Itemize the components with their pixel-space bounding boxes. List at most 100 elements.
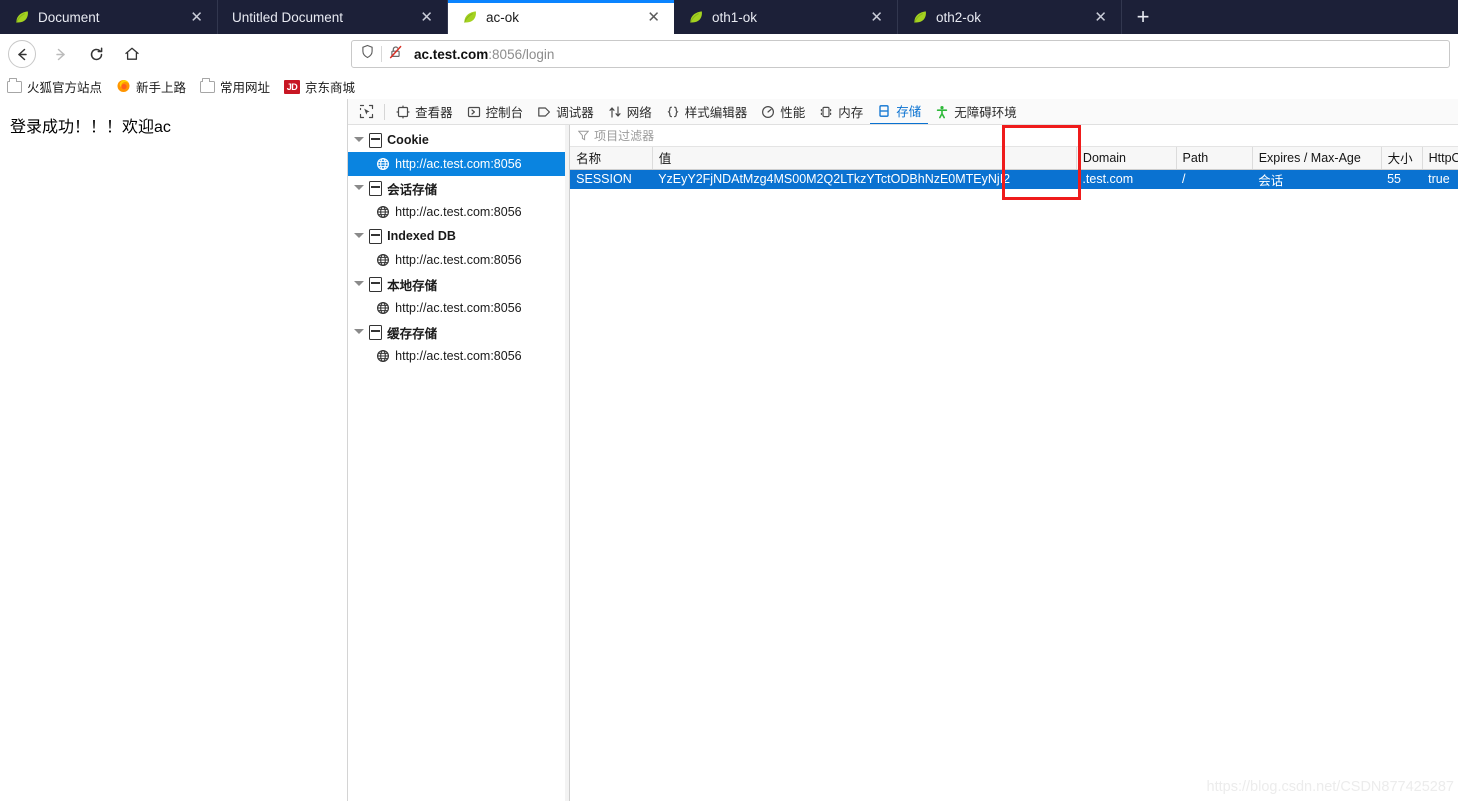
globe-icon xyxy=(376,205,390,219)
devtools-tab-label: 查看器 xyxy=(415,106,453,120)
devtools-tab-console[interactable]: 控制台 xyxy=(460,99,531,124)
tab-strip-empty-area xyxy=(1164,0,1458,34)
browser-window: Document ✕ Untitled Document ✕ ac-ok ✕ o… xyxy=(0,0,1458,801)
chevron-down-icon[interactable] xyxy=(354,327,365,337)
leaf-icon xyxy=(14,9,30,25)
element-picker-icon[interactable] xyxy=(352,100,380,124)
storage-tree-item-localstorage-origin[interactable]: http://ac.test.com:8056 xyxy=(348,296,569,320)
storage-tree-group-session-storage[interactable]: 会话存储 xyxy=(348,176,569,200)
column-header-domain[interactable]: Domain xyxy=(1076,147,1177,170)
devtools-body: Cookie http://ac.test.com:8056 会话存储 http… xyxy=(348,125,1458,801)
storage-tree-item-indexeddb-origin[interactable]: http://ac.test.com:8056 xyxy=(348,248,569,272)
browser-tab-0[interactable]: Document ✕ xyxy=(0,0,218,34)
tab-close-button[interactable]: ✕ xyxy=(1090,8,1111,27)
chevron-down-icon[interactable] xyxy=(354,279,365,289)
column-header-value[interactable]: 值 xyxy=(652,147,1077,170)
cell-value: YzEyY2FjNDAtMzg4MS00M2Q2LTkzYTctODBhNzE0… xyxy=(652,169,1077,189)
tab-title: oth2-ok xyxy=(936,9,982,25)
leaf-icon xyxy=(462,9,478,25)
globe-icon xyxy=(376,349,390,363)
content-devtools-split: 登录成功！！！欢迎ac 查看器 控制台 调试器 网络 样式编辑器 性能 内存 存… xyxy=(0,99,1458,801)
home-icon[interactable] xyxy=(115,39,149,69)
storage-tree-item-cookie-origin[interactable]: http://ac.test.com:8056 xyxy=(348,152,570,176)
storage-tree-item-cachestorage-origin[interactable]: http://ac.test.com:8056 xyxy=(348,344,569,368)
devtools-tab-label: 性能 xyxy=(780,106,806,120)
storage-type-icon xyxy=(369,324,383,340)
browser-tab-2-active[interactable]: ac-ok ✕ xyxy=(448,0,674,34)
browser-tab-1[interactable]: Untitled Document ✕ xyxy=(218,0,448,34)
tab-strip: Document ✕ Untitled Document ✕ ac-ok ✕ o… xyxy=(0,0,1458,34)
storage-tree-label: 会话存储 xyxy=(387,182,438,197)
console-icon xyxy=(467,105,481,119)
new-tab-button[interactable]: + xyxy=(1122,0,1164,34)
globe-icon xyxy=(376,157,390,171)
devtools-tab-storage[interactable]: 存储 xyxy=(870,99,929,124)
column-header-expires[interactable]: Expires / Max-Age xyxy=(1252,147,1382,170)
storage-tree-label: 本地存储 xyxy=(387,278,438,293)
filter-funnel-icon xyxy=(577,130,590,141)
storage-tree-group-local-storage[interactable]: 本地存储 xyxy=(348,272,569,296)
item-filter-input[interactable]: 项目过滤器 xyxy=(594,127,654,144)
chevron-down-icon[interactable] xyxy=(354,135,365,145)
chevron-down-icon[interactable] xyxy=(354,183,365,193)
browser-tab-3[interactable]: oth1-ok ✕ xyxy=(674,0,898,34)
tab-close-button[interactable]: ✕ xyxy=(866,8,887,27)
browser-tab-4[interactable]: oth2-ok ✕ xyxy=(898,0,1122,34)
chevron-down-icon[interactable] xyxy=(354,231,365,241)
storage-tree-label: http://ac.test.com:8056 xyxy=(395,301,522,315)
table-row[interactable]: SESSION YzEyY2FjNDAtMzg4MS00M2Q2LTkzYTct… xyxy=(570,169,1458,189)
cell-httponly: true xyxy=(1422,169,1458,189)
tab-title: oth1-ok xyxy=(712,9,758,25)
tab-close-button[interactable]: ✕ xyxy=(416,8,437,27)
reload-icon[interactable] xyxy=(79,39,113,69)
devtools-tab-performance[interactable]: 性能 xyxy=(754,99,812,124)
url-bar[interactable]: ac.test.com:8056/login xyxy=(351,40,1450,68)
column-header-name[interactable]: 名称 xyxy=(570,147,653,170)
storage-tree-group-cache-storage[interactable]: 缓存存储 xyxy=(348,320,569,344)
devtools-tab-accessibility[interactable]: 无障碍环境 xyxy=(928,99,1024,124)
bookmark-item-1[interactable]: 新手上路 xyxy=(116,77,186,96)
globe-icon xyxy=(376,301,390,315)
storage-tree-label: Indexed DB xyxy=(387,229,456,243)
column-header-path[interactable]: Path xyxy=(1176,147,1253,170)
storage-icon xyxy=(877,104,891,118)
bookmark-item-3[interactable]: JD 京东商城 xyxy=(284,77,355,96)
url-text: ac.test.com:8056/login xyxy=(414,47,554,62)
storage-tree-scrollbar[interactable] xyxy=(565,125,570,801)
bookmark-label: 火狐官方站点 xyxy=(27,81,103,95)
devtools-tab-debugger[interactable]: 调试器 xyxy=(530,99,601,124)
bookmark-item-2[interactable]: 常用网址 xyxy=(200,77,270,96)
storage-tree-item-session-origin[interactable]: http://ac.test.com:8056 xyxy=(348,200,569,224)
performance-icon xyxy=(761,105,775,119)
forward-arrow-icon xyxy=(43,39,77,69)
devtools-tab-inspector[interactable]: 查看器 xyxy=(389,99,460,124)
bookmark-item-0[interactable]: 火狐官方站点 xyxy=(7,77,102,96)
devtools-tab-network[interactable]: 网络 xyxy=(601,99,659,124)
broken-lock-icon[interactable] xyxy=(388,44,404,65)
storage-tree-label: http://ac.test.com:8056 xyxy=(395,205,522,219)
storage-tree-group-indexed-db[interactable]: Indexed DB xyxy=(348,224,569,248)
devtools-tab-label: 样式编辑器 xyxy=(684,106,748,120)
bookmark-label: 新手上路 xyxy=(136,81,187,95)
globe-icon xyxy=(376,253,390,267)
tab-close-button[interactable]: ✕ xyxy=(186,8,207,27)
storage-tree-label: Cookie xyxy=(387,133,429,147)
devtools-tab-style-editor[interactable]: 样式编辑器 xyxy=(659,99,755,124)
storage-type-icon xyxy=(369,228,383,244)
leaf-icon xyxy=(912,9,928,25)
tab-title: Untitled Document xyxy=(232,9,344,25)
storage-tree-label: http://ac.test.com:8056 xyxy=(395,253,522,267)
url-host: ac.test.com xyxy=(414,46,489,62)
tab-title: Document xyxy=(38,9,100,25)
folder-icon xyxy=(7,78,22,93)
bookmark-label: 京东商城 xyxy=(305,81,356,95)
storage-tree-group-cookie[interactable]: Cookie xyxy=(348,128,569,152)
tab-close-button[interactable]: ✕ xyxy=(643,8,664,27)
cookie-table-pane: 项目过滤器 名称 值 Domain Path Expires / Max-Age… xyxy=(570,125,1458,801)
back-arrow-icon[interactable] xyxy=(8,40,36,68)
column-header-size[interactable]: 大小 xyxy=(1381,147,1423,170)
devtools-tab-memory[interactable]: 内存 xyxy=(812,99,870,124)
item-filter-bar[interactable]: 项目过滤器 xyxy=(570,125,1458,147)
shield-icon[interactable] xyxy=(360,44,375,64)
column-header-httponly[interactable]: HttpOnly xyxy=(1422,147,1458,170)
